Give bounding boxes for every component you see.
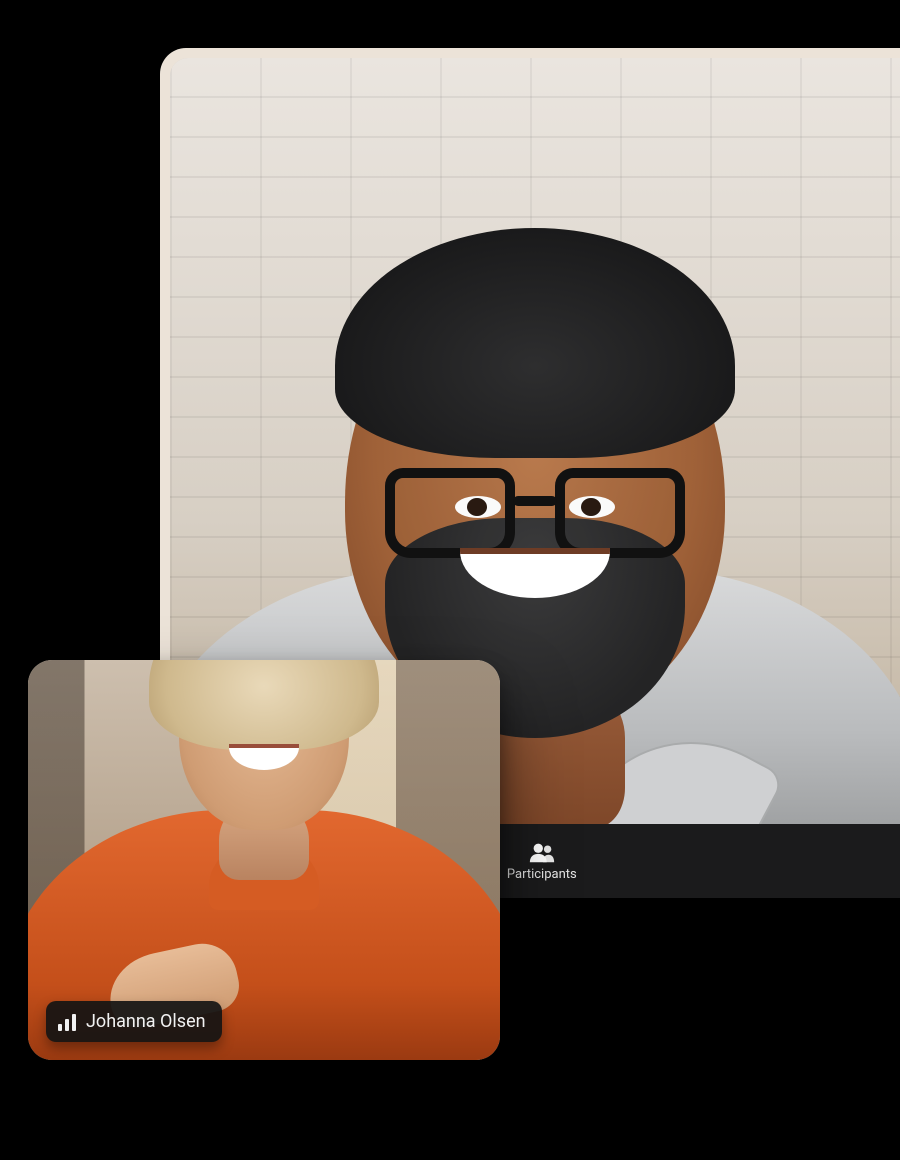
pip-speaker-avatar bbox=[28, 660, 500, 1060]
pip-speaker-name: Johanna Olsen bbox=[86, 1011, 206, 1032]
participants-button[interactable]: Participants bbox=[493, 835, 591, 888]
participants-icon bbox=[528, 841, 556, 863]
pip-name-badge: Johanna Olsen bbox=[46, 1001, 222, 1042]
signal-bars-icon bbox=[58, 1013, 76, 1031]
participants-label: Participants bbox=[507, 867, 577, 882]
pip-video-feed[interactable]: Johanna Olsen bbox=[28, 660, 500, 1060]
